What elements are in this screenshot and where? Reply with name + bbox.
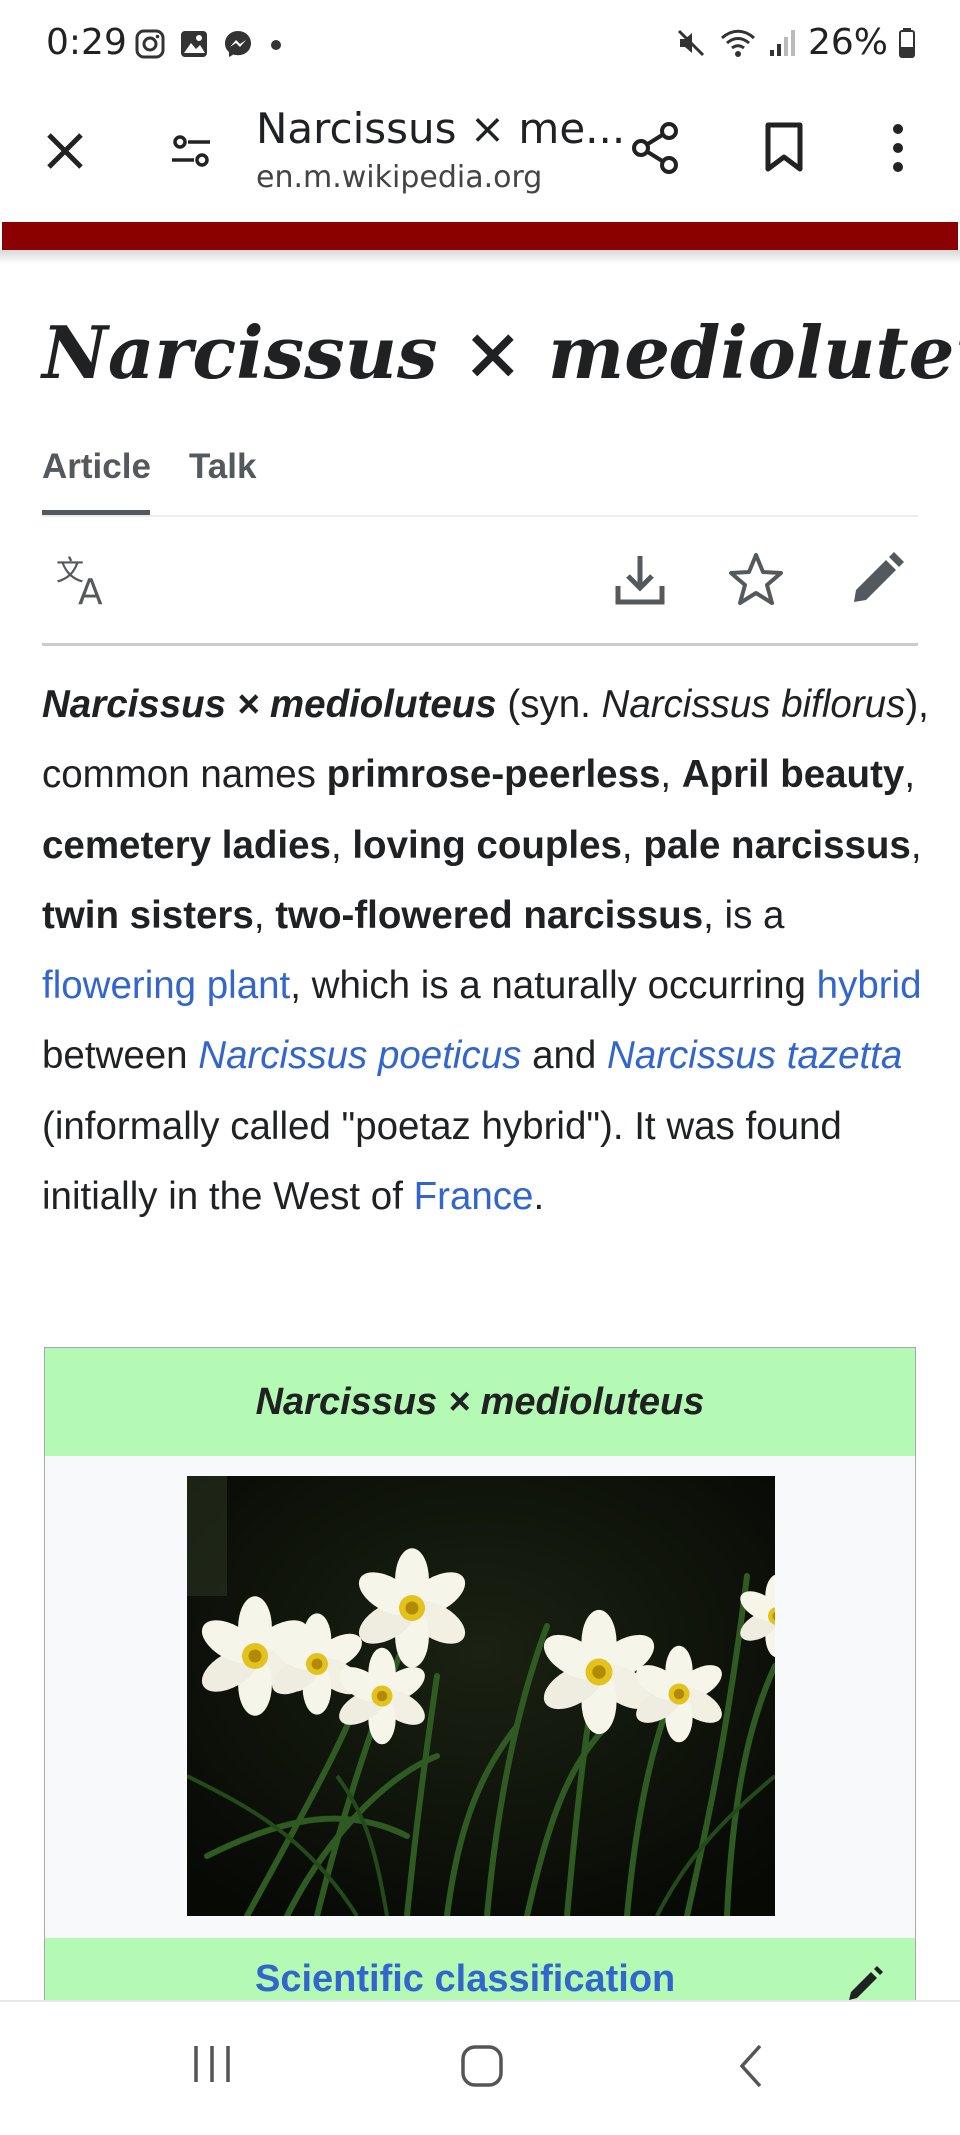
- narcissus-photo: [186, 1476, 819, 1919]
- intro-paragraph: Narcissus × medioluteus (syn. Narcissus …: [42, 683, 929, 1219]
- link-narcissus-poeticus[interactable]: Narcissus poeticus: [198, 1034, 521, 1077]
- taxobox-title: Narcissus × medioluteus: [45, 1348, 915, 1456]
- tab-url: en.m.wikipedia.org: [256, 160, 543, 195]
- recent-apps-button[interactable]: [190, 2042, 234, 2091]
- edit-button[interactable]: [846, 550, 906, 615]
- home-icon: [461, 2045, 503, 2087]
- common-name: two-flowered narcissus: [275, 893, 704, 937]
- gallery-icon: [181, 31, 207, 57]
- battery-icon: [899, 27, 915, 58]
- svg-text:A: A: [78, 572, 103, 610]
- language-icon: 文 A: [56, 554, 103, 613]
- signal-icon: [769, 29, 795, 56]
- tab-talk[interactable]: Talk: [189, 447, 256, 487]
- notification-icons: [134, 28, 286, 60]
- scientific-name: Narcissus × medioluteus: [42, 683, 497, 726]
- status-time: 0:29: [46, 22, 127, 63]
- back-button[interactable]: [732, 2042, 772, 2095]
- tab-title: Narcissus × me...: [256, 104, 626, 153]
- close-button[interactable]: [34, 120, 96, 182]
- link-france[interactable]: France: [414, 1175, 534, 1218]
- synonym-name: Narcissus biflorus: [601, 683, 906, 726]
- share-icon: [632, 122, 678, 174]
- tabs-divider: [42, 515, 918, 517]
- edit-classification-icon[interactable]: [845, 1964, 885, 2004]
- page-title: Narcissus × medioluteus: [42, 310, 960, 395]
- site-settings-icon: [172, 135, 210, 167]
- watch-button[interactable]: [726, 550, 786, 615]
- common-name: cemetery ladies: [42, 823, 331, 867]
- more-vert-icon: [893, 124, 903, 172]
- status-right: 26%: [674, 22, 916, 63]
- language-button[interactable]: 文 A: [54, 550, 114, 615]
- common-name: loving couples: [352, 823, 622, 867]
- download-icon: [615, 556, 665, 605]
- messenger-icon: [225, 31, 251, 57]
- download-button[interactable]: [610, 550, 670, 615]
- watch-star-icon: [729, 553, 783, 605]
- actions-divider: [42, 643, 918, 646]
- status-bar: 0:29 26%: [0, 0, 960, 88]
- battery-level: 26%: [807, 22, 888, 63]
- header-shadow: [0, 250, 960, 264]
- scientific-classification-header: Scientific classification: [45, 1938, 915, 2008]
- dot-icon: [271, 40, 281, 50]
- scientific-classification-link[interactable]: Scientific classification: [255, 1958, 675, 2001]
- more-options-button[interactable]: [866, 116, 930, 180]
- recent-apps-icon: [194, 2046, 230, 2082]
- link-narcissus-tazetta[interactable]: Narcissus tazetta: [607, 1034, 902, 1077]
- site-settings-button[interactable]: [160, 120, 222, 182]
- wifi-icon: [720, 29, 755, 57]
- mute-icon: [677, 29, 705, 56]
- taxobox: Narcissus × medioluteus Scientific class…: [44, 1347, 916, 2008]
- site-header-bar: [2, 222, 958, 250]
- bookmark-button[interactable]: [752, 116, 816, 180]
- instagram-icon: [135, 29, 165, 59]
- close-icon: [47, 133, 83, 169]
- common-name: primrose-peerless: [326, 753, 661, 797]
- common-name: pale narcissus: [643, 823, 911, 867]
- system-nav-bar: [0, 2000, 960, 2135]
- bookmark-icon: [765, 122, 803, 172]
- share-button[interactable]: [624, 116, 688, 180]
- home-button[interactable]: [458, 2042, 506, 2095]
- common-name: twin sisters: [42, 893, 254, 937]
- tab-article[interactable]: Article: [42, 447, 151, 487]
- taxobox-image[interactable]: [186, 1476, 819, 1919]
- back-icon: [739, 2044, 762, 2088]
- common-name: April beauty: [681, 753, 905, 797]
- link-flowering-plant[interactable]: flowering plant: [42, 964, 290, 1007]
- link-hybrid[interactable]: hybrid: [817, 964, 922, 1007]
- edit-icon: [854, 552, 904, 602]
- custom-tab-toolbar: Narcissus × me... en.m.wikipedia.org: [0, 88, 960, 223]
